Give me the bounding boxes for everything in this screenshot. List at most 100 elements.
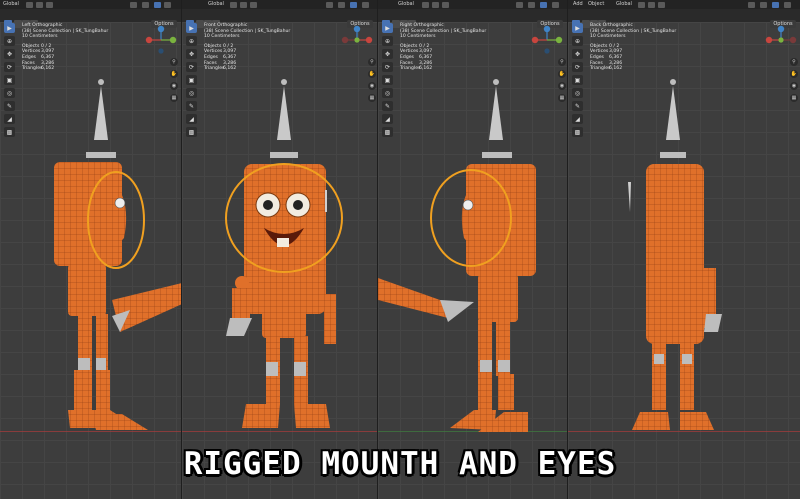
tool-header: Options — [378, 9, 567, 28]
navigation-gizmo[interactable] — [530, 25, 564, 55]
move-icon[interactable]: ✥ — [572, 49, 583, 59]
move-icon[interactable]: ✥ — [186, 49, 197, 59]
xray-icon[interactable] — [528, 1, 535, 8]
character-right-view — [378, 79, 536, 432]
orientation-dropdown[interactable]: Global — [398, 0, 414, 9]
select-mode-icon[interactable] — [582, 20, 590, 28]
transform-pivot-icon[interactable] — [26, 1, 33, 8]
xray-icon[interactable] — [338, 1, 345, 8]
select-mode-icon[interactable] — [14, 20, 22, 28]
shading-material-icon[interactable] — [552, 1, 559, 8]
viewport-header: Global — [182, 0, 377, 9]
tool-header: Options — [568, 9, 800, 28]
move-icon[interactable]: ✥ — [382, 49, 393, 59]
perspective-grid-icon[interactable]: ▦ — [558, 94, 566, 102]
shading-material-icon[interactable] — [784, 1, 791, 8]
select-mode-icon[interactable] — [196, 20, 204, 28]
snap-icon[interactable] — [432, 1, 439, 8]
viewport-info: Front Orthographic (38) Scene Collection… — [204, 23, 291, 72]
zoom-icon[interactable]: ⚲ — [368, 58, 376, 66]
proportional-edit-icon[interactable] — [442, 1, 449, 8]
shading-material-icon[interactable] — [164, 1, 171, 8]
xray-icon[interactable] — [760, 1, 767, 8]
pan-hand-icon[interactable]: ✋ — [368, 70, 376, 78]
pan-hand-icon[interactable]: ✋ — [170, 70, 178, 78]
overlay-icon[interactable] — [516, 1, 523, 8]
shading-solid-icon[interactable] — [350, 1, 357, 8]
scale-icon[interactable]: ▣ — [4, 75, 15, 85]
shading-solid-icon[interactable] — [540, 1, 547, 8]
rotate-icon[interactable]: ⟳ — [572, 62, 583, 72]
cursor-3d-icon[interactable]: ⊕ — [572, 36, 583, 46]
cursor-select-icon[interactable]: ▶ — [186, 23, 197, 33]
zoom-icon[interactable]: ⚲ — [170, 58, 178, 66]
snap-icon[interactable] — [240, 1, 247, 8]
transform-pivot-icon[interactable] — [230, 1, 237, 8]
shading-material-icon[interactable] — [362, 1, 369, 8]
rotate-icon[interactable]: ⟳ — [4, 62, 15, 72]
cursor-3d-icon[interactable]: ⊕ — [4, 36, 15, 46]
annotate-icon[interactable]: ✎ — [4, 101, 15, 111]
select-mode-icon[interactable] — [392, 20, 400, 28]
add-menu[interactable]: Add — [573, 0, 583, 9]
shading-solid-icon[interactable] — [772, 1, 779, 8]
overlay-icon[interactable] — [326, 1, 333, 8]
measure-icon[interactable]: ◢ — [186, 114, 197, 124]
overlay-icon[interactable] — [130, 1, 137, 8]
viewport-info: Right Orthographic (38) Scene Collection… — [400, 23, 487, 72]
measure-icon[interactable]: ◢ — [572, 114, 583, 124]
zoom-icon[interactable]: ⚲ — [790, 58, 798, 66]
proportional-edit-icon[interactable] — [250, 1, 257, 8]
proportional-edit-icon[interactable] — [658, 1, 665, 8]
xray-icon[interactable] — [142, 1, 149, 8]
toolbar: ▶ ⊕ ✥ ⟳ ▣ ◎ ✎ ◢ ▩ — [186, 23, 197, 140]
toolbar: ▶ ⊕ ✥ ⟳ ▣ ◎ ✎ ◢ ▩ — [4, 23, 15, 140]
orientation-dropdown[interactable]: Global — [3, 0, 19, 9]
snap-icon[interactable] — [648, 1, 655, 8]
viewport-header: Global — [0, 0, 181, 9]
zoom-icon[interactable]: ⚲ — [558, 58, 566, 66]
scale-icon[interactable]: ▣ — [572, 75, 583, 85]
orientation-dropdown[interactable]: Global — [208, 0, 224, 9]
transform-icon[interactable]: ◎ — [186, 88, 197, 98]
transform-pivot-icon[interactable] — [422, 1, 429, 8]
add-cube-icon[interactable]: ▩ — [186, 127, 197, 137]
cursor-select-icon[interactable]: ▶ — [572, 23, 583, 33]
proportional-edit-icon[interactable] — [46, 1, 53, 8]
pan-hand-icon[interactable]: ✋ — [790, 70, 798, 78]
camera-icon[interactable]: ◉ — [558, 82, 566, 90]
viewport-left[interactable]: Global Options ▶ ⊕ ✥ ⟳ ▣ ◎ ✎ ◢ ▩ Left Or… — [0, 0, 182, 499]
orientation-dropdown[interactable]: Global — [616, 0, 632, 9]
cursor-3d-icon[interactable]: ⊕ — [382, 36, 393, 46]
transform-pivot-icon[interactable] — [638, 1, 645, 8]
annotate-icon[interactable]: ✎ — [186, 101, 197, 111]
viewport-front[interactable]: Global Options ▶ ⊕ ✥ ⟳ ▣ ◎ ✎ ◢ ▩ Front O… — [182, 0, 378, 499]
camera-icon[interactable]: ◉ — [790, 82, 798, 90]
transform-icon[interactable]: ◎ — [572, 88, 583, 98]
move-icon[interactable]: ✥ — [4, 49, 15, 59]
viewport-right[interactable]: Global Options ▶ ⊕ ✥ ⟳ ▣ ◎ ✎ ◢ ▩ Right O… — [378, 0, 568, 499]
navigation-gizmo[interactable] — [764, 25, 798, 55]
annotate-icon[interactable]: ✎ — [572, 101, 583, 111]
measure-icon[interactable]: ◢ — [4, 114, 15, 124]
tool-header: Options — [0, 9, 181, 28]
rotate-icon[interactable]: ⟳ — [382, 62, 393, 72]
snap-icon[interactable] — [36, 1, 43, 8]
pan-hand-icon[interactable]: ✋ — [558, 70, 566, 78]
cursor-3d-icon[interactable]: ⊕ — [186, 36, 197, 46]
add-cube-icon[interactable]: ▩ — [4, 127, 15, 137]
rotate-icon[interactable]: ⟳ — [186, 62, 197, 72]
cursor-select-icon[interactable]: ▶ — [382, 23, 393, 33]
cursor-select-icon[interactable]: ▶ — [4, 23, 15, 33]
perspective-grid-icon[interactable]: ▦ — [790, 94, 798, 102]
object-menu[interactable]: Object — [588, 0, 604, 9]
viewport-info: Back Orthographic (38) Scene Collection … — [590, 23, 677, 72]
navigation-gizmo[interactable] — [144, 25, 178, 55]
overlay-icon[interactable] — [748, 1, 755, 8]
add-cube-icon[interactable]: ▩ — [572, 127, 583, 137]
navigation-gizmo[interactable] — [340, 25, 374, 55]
viewport-back[interactable]: Add Object Global Options ▶ ⊕ ✥ ⟳ ▣ ◎ ✎ … — [568, 0, 800, 499]
scale-icon[interactable]: ▣ — [186, 75, 197, 85]
transform-icon[interactable]: ◎ — [4, 88, 15, 98]
shading-solid-icon[interactable] — [154, 1, 161, 8]
